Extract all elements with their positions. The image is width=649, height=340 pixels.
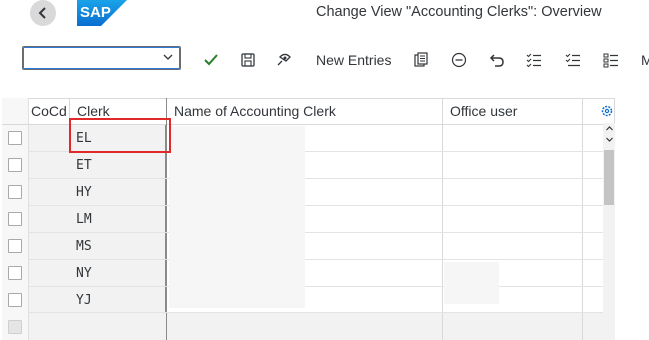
page-title: Change View "Accounting Clerks": Overvie… bbox=[316, 4, 602, 20]
row-divider bbox=[29, 205, 615, 206]
chevron-up-icon[interactable] bbox=[604, 123, 615, 134]
row-selector[interactable] bbox=[8, 185, 22, 199]
highlight-box bbox=[69, 118, 171, 153]
office-user-cell-redacted bbox=[444, 262, 499, 304]
row-selector[interactable] bbox=[8, 293, 22, 307]
new-entries-button[interactable]: New Entries bbox=[316, 52, 391, 68]
row-selector[interactable] bbox=[8, 158, 22, 172]
select-all-button[interactable] bbox=[523, 49, 545, 71]
clerk-cell[interactable]: LM bbox=[76, 212, 92, 227]
copy-button[interactable] bbox=[410, 49, 432, 71]
shell-header: SAP Change View "Accounting Clerks": Ove… bbox=[0, 0, 649, 28]
clerk-cell[interactable]: MS bbox=[76, 239, 92, 254]
chevron-left-icon bbox=[38, 7, 46, 19]
clerk-cell[interactable]: ET bbox=[76, 158, 92, 173]
display-change-icon bbox=[277, 53, 291, 66]
column-header-name[interactable]: Name of Accounting Clerk bbox=[174, 98, 336, 125]
row-selector[interactable] bbox=[8, 266, 22, 280]
scrollbar-thumb[interactable] bbox=[604, 150, 614, 205]
copy-icon bbox=[414, 52, 428, 67]
row-selector[interactable] bbox=[8, 239, 22, 253]
undo-icon bbox=[489, 54, 504, 67]
chevron-down-icon[interactable] bbox=[162, 51, 174, 63]
clerk-cell[interactable]: YJ bbox=[76, 293, 92, 308]
save-button[interactable] bbox=[237, 49, 259, 71]
save-icon bbox=[241, 53, 255, 67]
row-divider bbox=[29, 178, 615, 179]
row-selector[interactable] bbox=[8, 212, 22, 226]
application-toolbar: New Entries M bbox=[0, 28, 649, 88]
clerk-cell[interactable]: NY bbox=[76, 266, 92, 281]
select-block-icon bbox=[565, 53, 580, 67]
column-separator bbox=[442, 98, 443, 340]
check-button[interactable] bbox=[200, 49, 222, 71]
column-header-office-user[interactable]: Office user bbox=[450, 98, 517, 125]
select-block-button[interactable] bbox=[562, 49, 584, 71]
row-divider bbox=[29, 286, 615, 287]
row-selector[interactable] bbox=[8, 131, 22, 145]
display-change-button[interactable] bbox=[274, 49, 296, 71]
chevron-down-icon[interactable] bbox=[604, 134, 615, 145]
row-selector[interactable] bbox=[8, 320, 22, 334]
clerk-cell[interactable]: HY bbox=[76, 185, 92, 200]
deselect-all-icon bbox=[603, 53, 618, 68]
delete-button[interactable] bbox=[448, 49, 470, 71]
column-separator bbox=[582, 98, 583, 340]
check-icon bbox=[204, 54, 218, 66]
name-cells-redacted bbox=[169, 126, 305, 308]
select-all-icon bbox=[526, 53, 541, 68]
sap-logo: SAP bbox=[77, 0, 127, 26]
back-button[interactable] bbox=[30, 0, 56, 26]
row-divider bbox=[29, 312, 615, 313]
sap-logo-text: SAP bbox=[80, 4, 111, 21]
command-field[interactable] bbox=[22, 46, 181, 70]
column-header-cocd[interactable]: CoCd bbox=[31, 98, 67, 125]
table-settings-icon[interactable] bbox=[600, 104, 614, 118]
row-divider bbox=[29, 232, 615, 233]
deselect-all-button[interactable] bbox=[600, 49, 622, 71]
delete-icon bbox=[451, 52, 467, 68]
row-divider bbox=[29, 259, 615, 260]
empty-row bbox=[29, 312, 615, 340]
more-button[interactable]: M bbox=[641, 52, 649, 68]
undo-button[interactable] bbox=[486, 49, 508, 71]
